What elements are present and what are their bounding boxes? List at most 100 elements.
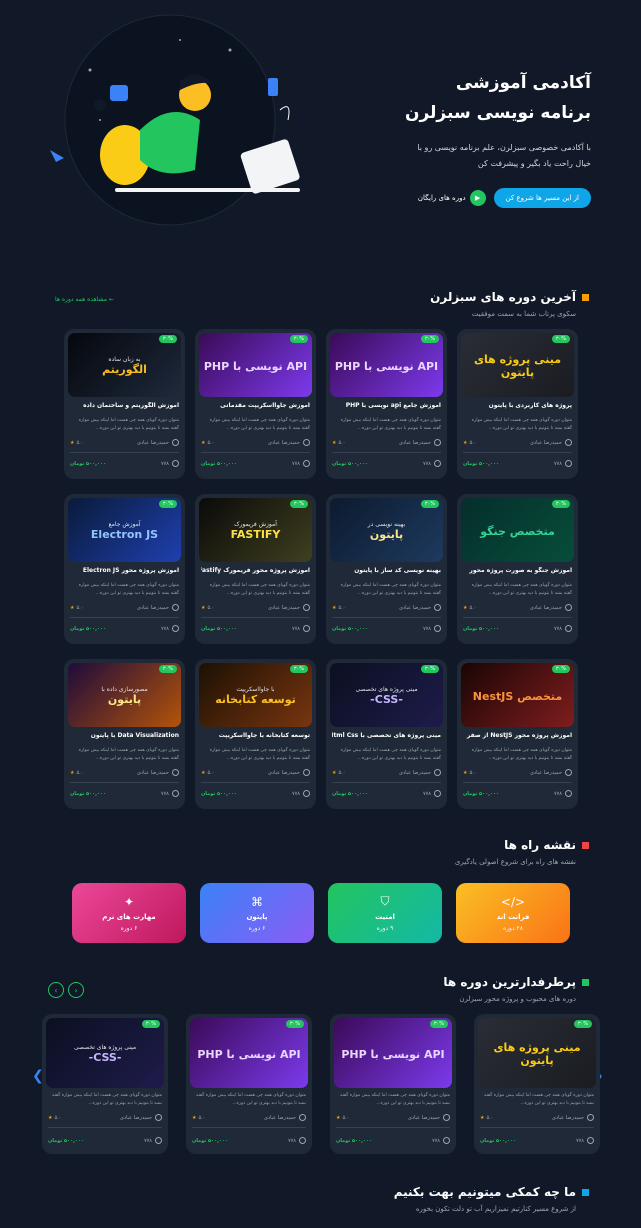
thumbnail-title: API نویسی با PHP [203, 359, 308, 373]
course-title[interactable]: آموزش پروژه محور Electron JS [70, 567, 179, 574]
students-icon [434, 460, 441, 467]
teacher-name: حمیدرضا عبادی [267, 439, 300, 446]
course-thumbnail[interactable]: API نویسی با PHP ۳۰% [190, 1018, 308, 1088]
teacher-name: حمیدرضا عبادی [529, 439, 562, 446]
students-count: ۷۷۸ [160, 625, 169, 632]
roadmap-icon: ⛉ [380, 894, 390, 908]
course-card[interactable]: مینی پروژه های تخصصی -CSS- ۳۰% مینی پروژه ه… [326, 659, 447, 809]
course-card[interactable]: API نویسی با PHP ۳۰% متوان دوره گویای همه … [330, 1014, 456, 1154]
user-icon [172, 604, 179, 611]
roadmap-card[interactable]: ⛉ امنیت ۹ دوره [328, 883, 442, 943]
course-thumbnail[interactable]: مینی پروژه های تخصصی -CSS- ۳۰% [46, 1018, 164, 1088]
roadmap-card[interactable]: </> فرانت اند ۲۸ دوره [456, 883, 570, 943]
course-thumbnail[interactable]: مصورسازی داده با پایتون ۳۰% [68, 663, 181, 727]
course-card[interactable]: آموزش فریمورک FASTIFY ۳۰% آموزش پروژه محور … [195, 494, 316, 644]
star-icon: ★ [70, 604, 75, 611]
thumbnail-title: متخصص NestJS [472, 689, 563, 703]
roadmap-icon: ✦ [123, 894, 135, 909]
course-title[interactable]: بهینه نویسی کد ساز با پایتون [332, 567, 441, 574]
course-thumbnail[interactable]: متخصص جنگو ۳۰% [461, 498, 574, 562]
user-icon [303, 769, 310, 776]
star-icon: ★ [463, 439, 468, 446]
card-divider [332, 617, 441, 618]
course-card[interactable]: مصورسازی داده با پایتون ۳۰% Data Visualizat… [64, 659, 185, 809]
course-title[interactable]: آموزش جاوااسکریپت مقدماتی [201, 402, 310, 409]
course-thumbnail[interactable]: آموزش فریمورک FASTIFY ۳۰% [199, 498, 312, 562]
students-count: ۷۷۸ [291, 460, 300, 467]
course-title[interactable]: توسعه کتابخانه با جاوااسکریپت [201, 732, 310, 739]
course-card[interactable]: API نویسی با PHP ۳۰% آموزش جامع api نویسی … [326, 329, 447, 479]
course-title[interactable]: آموزش جنگو به صورت پروژه محور [463, 567, 572, 574]
star-icon: ★ [192, 1114, 197, 1121]
course-card[interactable]: API نویسی با PHP ۳۰% آموزش جاوااسکریپت مقد… [195, 329, 316, 479]
course-price: ۵۰۰,۰۰۰ تومان [332, 790, 369, 797]
carousel-prev-button[interactable]: ‹ [48, 982, 64, 998]
roadmap-card[interactable]: ✦ مهارت های نرم ۶ دوره [72, 883, 186, 943]
card-divider [70, 617, 179, 618]
course-title[interactable]: پروژه های کاربردی با پایتون [463, 402, 572, 409]
course-thumbnail[interactable]: API نویسی با PHP ۳۰% [330, 333, 443, 397]
course-title[interactable]: آموزش پروژه محور فریمورک Fastify [201, 567, 310, 574]
course-description: متوان دوره گویای همه چی هست اما اینکه بی… [52, 1093, 162, 1106]
thumbnail-title: API نویسی با PHP [197, 1047, 301, 1061]
discount-badge: ۳۰% [420, 665, 439, 673]
course-card[interactable]: مینی پروژه های پایتون ۳۰% متوان دوره گویای… [474, 1014, 600, 1154]
popular-title: پرطرفدارترین دوره ها [443, 975, 589, 989]
course-description: متوان دوره گویای همه چی هست اما اینکه بی… [78, 583, 179, 596]
course-thumbnail[interactable]: مینی پروژه های پایتون ۳۰% [461, 333, 574, 397]
roadmap-subtitle: نقشه های راه برای شروع اصولی یادگیری [454, 858, 576, 866]
students-count: ۷۷۸ [553, 625, 562, 632]
course-students: ۷۷۸ [576, 1137, 594, 1144]
course-thumbnail[interactable]: API نویسی با PHP ۳۰% [334, 1018, 452, 1088]
course-thumbnail[interactable]: مینی پروژه های پایتون ۳۰% [478, 1018, 596, 1088]
students-count: ۷۷۸ [422, 460, 431, 467]
start-paths-button[interactable]: از این مسیر ها شروع کن [493, 188, 591, 208]
course-title[interactable]: مینی پروژه های تخصصی با Html Css [332, 732, 441, 739]
course-description: متوان دوره گویای همه چی هست اما اینکه بی… [471, 748, 572, 761]
carousel-nav: ‹ › [48, 982, 84, 998]
roadmap-name: فرانت اند [496, 912, 530, 921]
course-thumbnail[interactable]: متخصص NestJS ۳۰% [461, 663, 574, 727]
course-thumbnail[interactable]: به زبان ساده الگوریتم ۳۰% [68, 333, 181, 397]
card-divider [463, 452, 572, 453]
course-card[interactable]: به زبان ساده الگوریتم ۳۰% آموزش الگوریتم و … [64, 329, 185, 479]
course-card[interactable]: با جاوااسکریپت توسعه کتابخانه ۳۰% توسعه کتا… [195, 659, 316, 809]
course-title[interactable]: آموزش پروژه محور NestJS از صفر [463, 732, 572, 739]
course-rating: ۵.۰ ★ [336, 1115, 349, 1121]
course-card[interactable]: مینی پروژه های تخصصی -CSS- ۳۰% متوان دوره گ… [42, 1014, 168, 1154]
course-card[interactable]: متخصص NestJS ۳۰% آموزش پروژه محور NestJS ا… [457, 659, 578, 809]
free-courses-button[interactable]: ▶ دوره های رایگان [418, 190, 486, 206]
students-icon [443, 1137, 450, 1144]
course-thumbnail[interactable]: مینی پروژه های تخصصی -CSS- ۳۰% [330, 663, 443, 727]
course-thumbnail[interactable]: با جاوااسکریپت توسعه کتابخانه ۳۰% [199, 663, 312, 727]
course-title[interactable]: آموزش جامع api نویسی با PHP [332, 402, 441, 409]
course-thumbnail[interactable]: آموزش جامع Electron JS ۳۰% [68, 498, 181, 562]
course-card[interactable]: API نویسی با PHP ۳۰% متوان دوره گویای همه … [186, 1014, 312, 1154]
course-card[interactable]: بهینه نویسی در پایتون ۳۰% بهینه نویسی کد سا… [326, 494, 447, 644]
course-card[interactable]: آموزش جامع Electron JS ۳۰% آموزش پروژه محور… [64, 494, 185, 644]
thumbnail-title: -CSS- [370, 693, 403, 706]
students-icon [434, 790, 441, 797]
carousel-next-button[interactable]: › [68, 982, 84, 998]
thumbnail-title: متخصص جنگو [480, 524, 555, 538]
course-title[interactable]: آموزش الگوریتم و ساختمان داده [70, 402, 179, 409]
course-card[interactable]: متخصص جنگو ۳۰% آموزش جنگو به صورت پروژه مح… [457, 494, 578, 644]
course-thumbnail[interactable]: بهینه نویسی در پایتون ۳۰% [330, 498, 443, 562]
course-rating: ۵.۰ ★ [480, 1115, 493, 1121]
card-divider [463, 617, 572, 618]
teacher-name: حمیدرضا عبادی [398, 439, 431, 446]
course-card[interactable]: مینی پروژه های پایتون ۳۰% پروژه های کاربرد… [457, 329, 578, 479]
students-icon [303, 625, 310, 632]
star-icon: ★ [201, 604, 206, 611]
discount-badge: ۳۰% [289, 665, 308, 673]
rating-value: ۵.۰ [486, 1114, 494, 1121]
course-teacher: حمیدرضا عبادی [137, 439, 179, 446]
course-footer: ۷۷۸ ۵۰۰,۰۰۰ تومان [332, 625, 441, 632]
course-title[interactable]: Data Visualization با پایتون [70, 732, 179, 739]
roadmap-card[interactable]: ⌘ پایتون ۶ دوره [200, 883, 314, 943]
section-marker [582, 841, 589, 849]
user-icon [172, 439, 179, 446]
see-all-courses-link[interactable]: مشاهده همه دوره ها ← [55, 296, 114, 303]
course-thumbnail[interactable]: API نویسی با PHP ۳۰% [199, 333, 312, 397]
course-description: متوان دوره گویای همه چی هست اما اینکه بی… [340, 418, 441, 431]
